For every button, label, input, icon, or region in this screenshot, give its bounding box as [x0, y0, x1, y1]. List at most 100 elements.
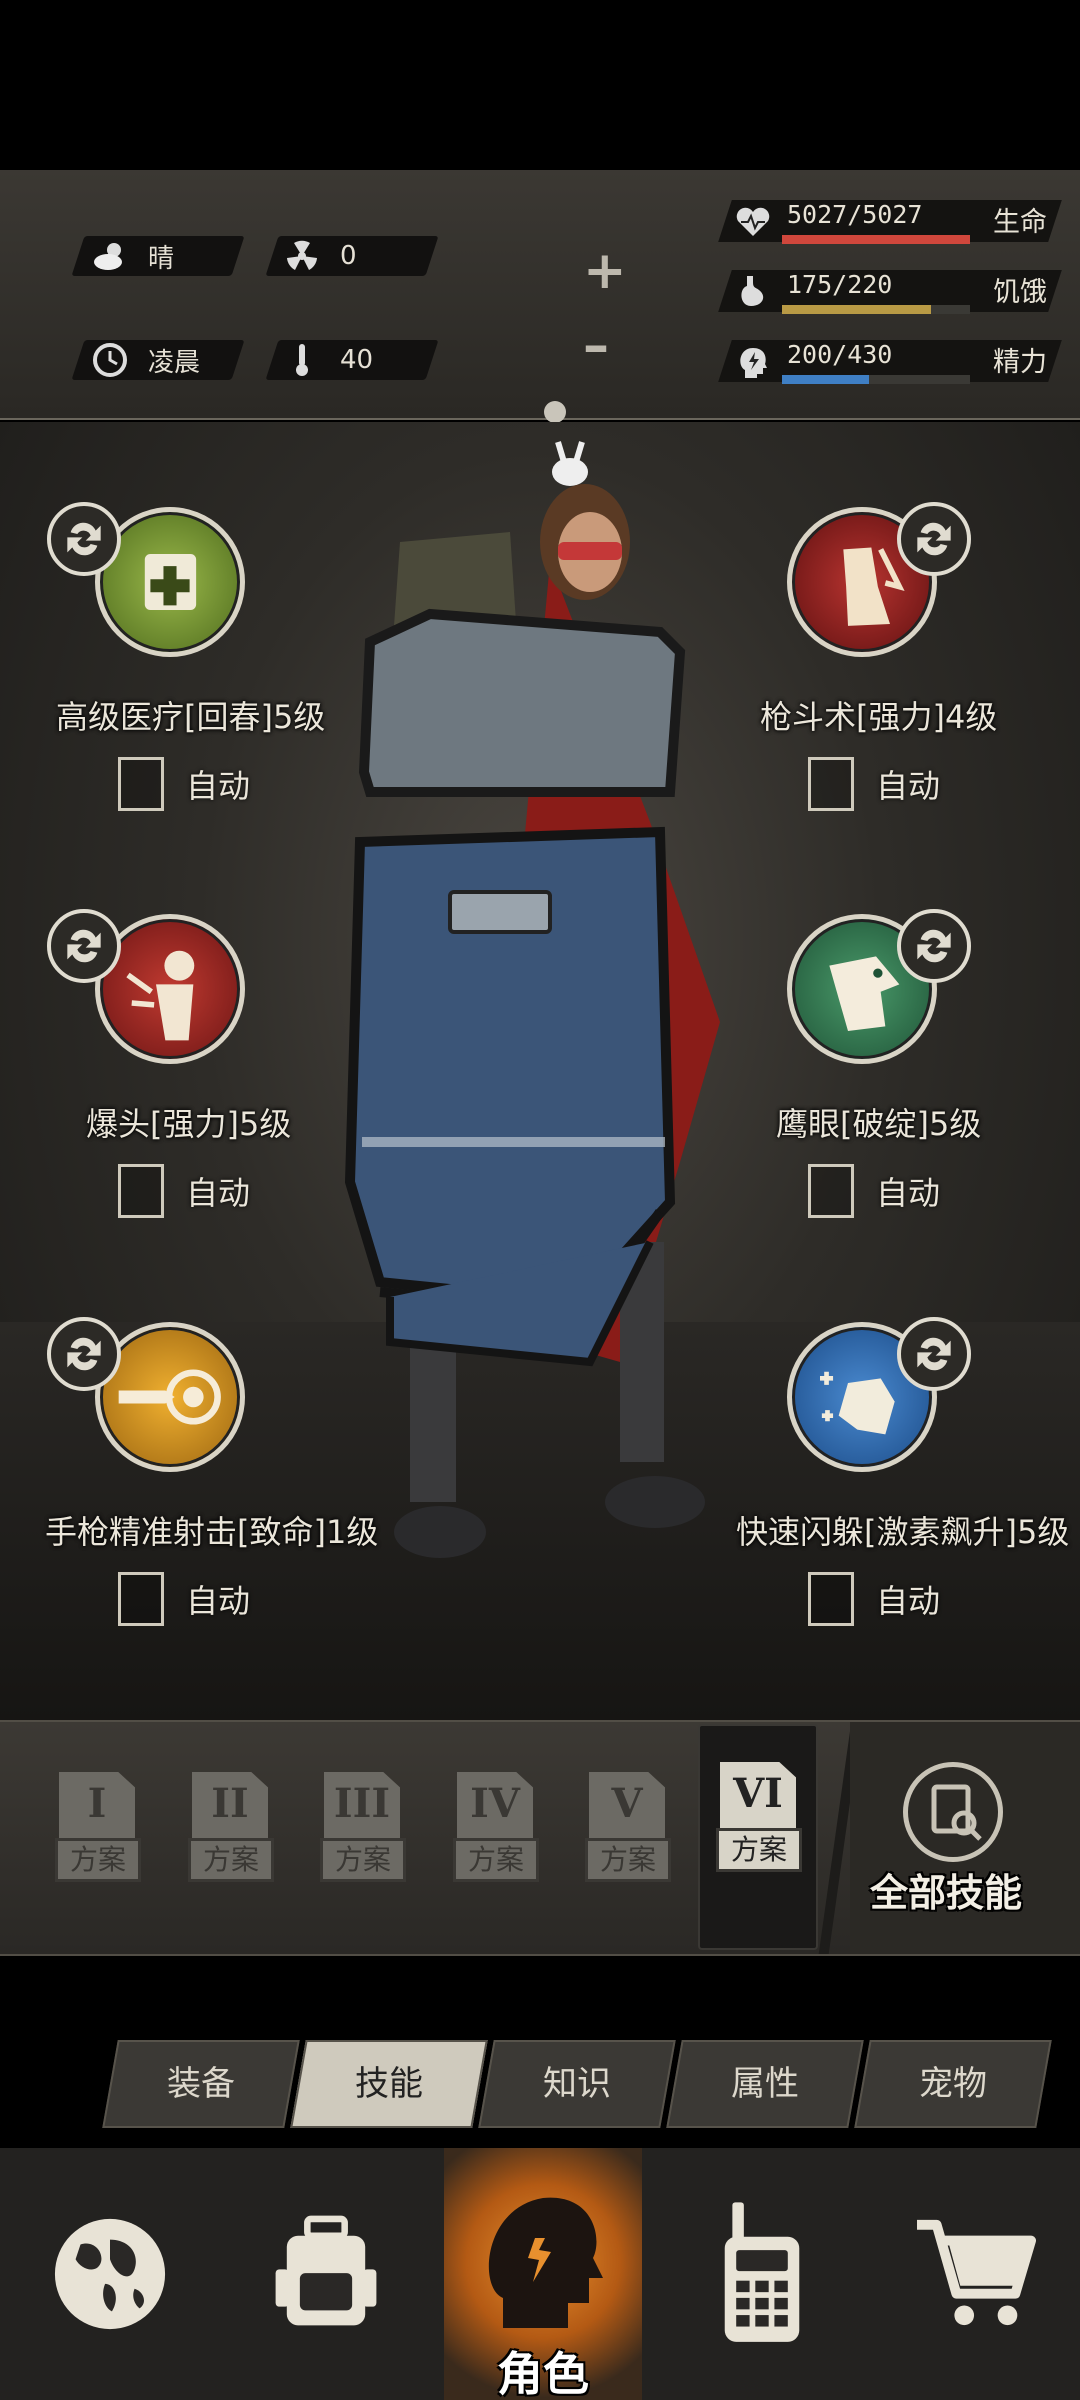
health-label: 生命: [993, 207, 1047, 238]
clock-icon: [93, 343, 127, 377]
cloud-sun-icon: [94, 243, 122, 270]
skill-book-search-icon: [903, 1762, 1003, 1862]
minus-icon: –: [583, 316, 609, 376]
auto-label: 自动: [186, 1174, 251, 1212]
nav-world-map[interactable]: [40, 2148, 180, 2400]
auto-toggle[interactable]: 自动: [808, 1572, 940, 1626]
health-bar-track: [782, 235, 970, 244]
skill-name-quick-dodge: 快速闪躲[激素飙升]5级: [736, 1513, 1070, 1551]
plan-number: IV: [470, 1780, 520, 1827]
radiation-indicator: 0: [282, 236, 357, 276]
health-bar-fill: [782, 235, 970, 244]
plan-button-2[interactable]: II 方案: [188, 1772, 274, 1898]
plan-tag: 方案: [453, 1838, 539, 1882]
auto-toggle[interactable]: 自动: [118, 1164, 250, 1218]
auto-checkbox[interactable]: [118, 1164, 164, 1218]
auto-toggle[interactable]: 自动: [118, 757, 250, 811]
swap-skill-icon[interactable]: [897, 502, 971, 576]
auto-label: 自动: [876, 1582, 941, 1620]
nav-character-label: 角色: [497, 2347, 589, 2400]
globe-icon: [54, 2218, 166, 2330]
weather-indicator: 晴: [90, 236, 174, 276]
weather-text: 晴: [148, 243, 175, 274]
swap-skill-icon[interactable]: [47, 502, 121, 576]
thermometer-icon: [296, 344, 308, 376]
tab-skills[interactable]: 技能: [298, 2040, 480, 2128]
hunger-label: 饥饿: [993, 277, 1047, 308]
skill-name-gun-fu: 枪斗术[强力]4级: [760, 698, 998, 736]
skill-name-advanced-medical: 高级医疗[回春]5级: [56, 698, 326, 736]
hunger-value: 175/220: [787, 270, 893, 299]
stomach-icon: [741, 276, 764, 306]
temperature-indicator: 40: [282, 340, 373, 380]
swap-skill-icon[interactable]: [897, 1317, 971, 1391]
headshot-icon: [126, 950, 195, 1041]
radiation-value: 0: [340, 241, 357, 271]
bullet-target-icon: [118, 1369, 221, 1425]
swap-skill-icon[interactable]: [897, 909, 971, 983]
plan-button-4[interactable]: IV 方案: [453, 1772, 539, 1898]
plan-number: II: [211, 1780, 249, 1827]
auto-checkbox[interactable]: [808, 1572, 854, 1626]
auto-checkbox[interactable]: [118, 757, 164, 811]
plan-number: III: [333, 1780, 391, 1827]
auto-checkbox[interactable]: [808, 1164, 854, 1218]
auto-checkbox[interactable]: [808, 757, 854, 811]
status-bar-area: [0, 0, 1080, 170]
plan-button-1[interactable]: I 方案: [55, 1772, 141, 1898]
bottom-navigation: 角色: [0, 2148, 1080, 2400]
swap-skill-icon[interactable]: [47, 909, 121, 983]
character-tabs: 装备 技能 知识 属性 宠物: [102, 2040, 1060, 2128]
plan-tag: 方案: [585, 1838, 671, 1882]
energy-bar-track: [782, 375, 970, 384]
plan-tag: 方案: [188, 1838, 274, 1882]
auto-label: 自动: [876, 767, 941, 805]
nav-backpack[interactable]: [262, 2148, 390, 2400]
tab-attributes[interactable]: 属性: [674, 2040, 856, 2128]
plan-button-3[interactable]: III 方案: [320, 1772, 406, 1898]
shopping-cart-icon: [917, 2219, 1037, 2326]
walkie-talkie-icon: [724, 2202, 800, 2342]
plan-number: VI: [733, 1770, 783, 1817]
auto-toggle[interactable]: 自动: [808, 1164, 940, 1218]
character-scene: 高级医疗[回春]5级 自动 爆头[强力]5级 自动 手枪精准射击[致命]1级 自…: [0, 422, 1080, 1720]
head-lightning-icon: [740, 348, 767, 378]
skill-plan-bar: I 方案 II 方案 III 方案 IV 方案 V 方案 VI 方案 全部技能: [0, 1720, 1080, 1956]
hunger-bar-fill: [782, 305, 932, 314]
plan-button-5[interactable]: V 方案: [585, 1772, 671, 1898]
energy-label: 精力: [993, 347, 1047, 378]
all-skills-button[interactable]: 全部技能: [850, 1722, 1080, 1954]
plan-tag: 方案: [716, 1828, 802, 1872]
character-icon: [488, 2197, 603, 2328]
temperature-value: 40: [340, 345, 374, 375]
heart-icon: [736, 207, 770, 236]
plan-button-6[interactable]: VI 方案: [716, 1762, 802, 1888]
auto-label: 自动: [876, 1174, 941, 1212]
nav-radio[interactable]: [714, 2148, 810, 2400]
auto-checkbox[interactable]: [118, 1572, 164, 1626]
plan-number: I: [87, 1780, 107, 1827]
all-skills-label: 全部技能: [870, 1871, 1023, 1915]
plan-tag: 方案: [55, 1838, 141, 1882]
medical-kit-icon: [144, 554, 197, 610]
swap-skill-icon[interactable]: [47, 1317, 121, 1391]
plus-icon: +: [583, 241, 627, 301]
energy-bar-fill: [782, 375, 870, 384]
time-indicator: 凌晨: [90, 340, 200, 380]
auto-toggle[interactable]: 自动: [808, 757, 940, 811]
auto-toggle[interactable]: 自动: [118, 1572, 250, 1626]
character-illustration: [344, 441, 720, 1558]
radiation-icon: [287, 240, 317, 270]
plan-number: V: [611, 1780, 643, 1827]
energy-value: 200/430: [787, 340, 893, 369]
plan-tag: 方案: [320, 1838, 406, 1882]
time-text: 凌晨: [148, 347, 201, 378]
nav-shop[interactable]: [912, 2148, 1042, 2400]
tab-pets[interactable]: 宠物: [862, 2040, 1044, 2128]
health-value: 5027/5027: [787, 200, 923, 229]
auto-label: 自动: [186, 767, 251, 805]
tab-equipment[interactable]: 装备: [110, 2040, 292, 2128]
hunger-bar-track: [782, 305, 970, 314]
auto-label: 自动: [186, 1582, 251, 1620]
tab-knowledge[interactable]: 知识: [486, 2040, 668, 2128]
